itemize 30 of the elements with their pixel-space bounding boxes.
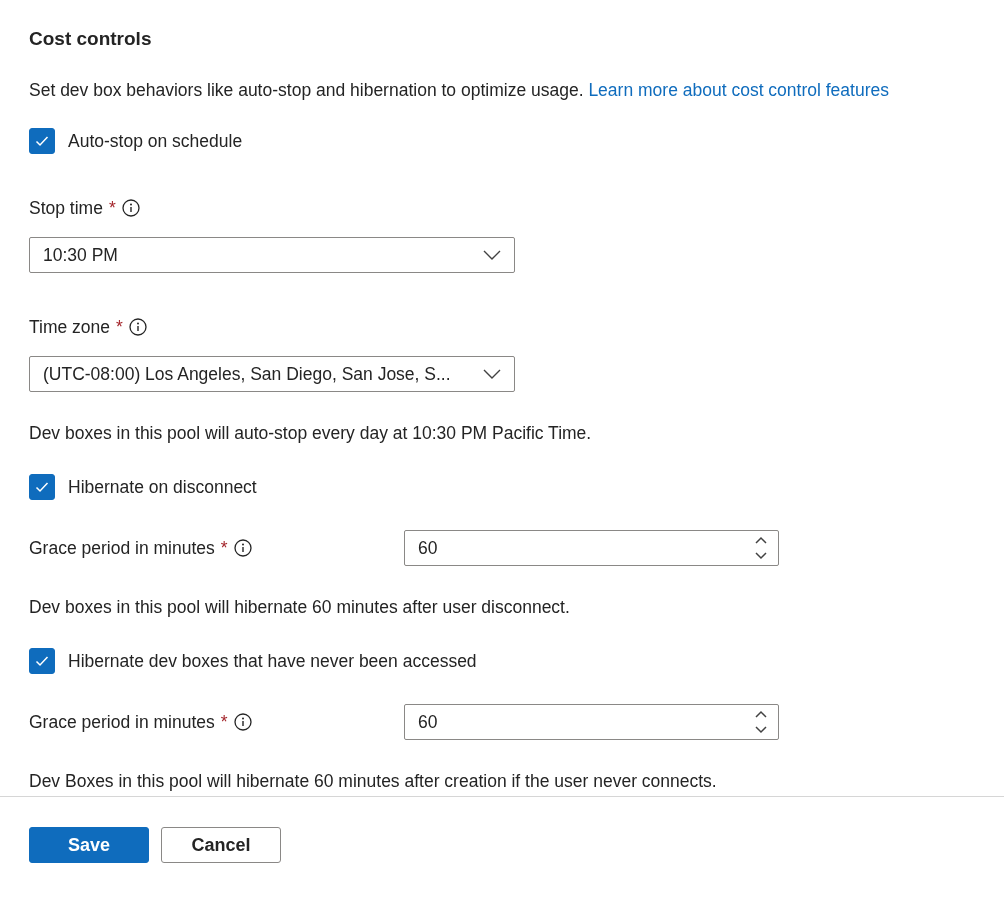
secondary-button[interactable]: Cancel	[161, 827, 281, 863]
chevron-down-icon	[482, 368, 502, 380]
chevron-down-icon	[482, 249, 502, 261]
checkbox-label: Auto-stop on schedule	[68, 130, 243, 153]
number-input[interactable]: 60	[404, 530, 779, 566]
spinner-arrows-icon	[754, 709, 768, 735]
field-label: Grace period in minutes	[29, 537, 215, 560]
learn-more-link[interactable]: Learn more about cost control features	[588, 80, 889, 100]
checkbox[interactable]	[29, 128, 55, 154]
info-text: Dev boxes in this pool will auto-stop every day at 10:30 PM Pacific Time.	[29, 422, 593, 445]
number-input[interactable]: 60	[404, 704, 779, 740]
checkbox-label: Hibernate on disconnect	[68, 476, 257, 499]
dropdown[interactable]: (UTC-08:00) Los Angeles, San Diego, San Jose, S...	[29, 356, 515, 392]
required-mark: *	[116, 316, 123, 339]
required-mark: *	[220, 537, 228, 560]
checkbox[interactable]	[29, 474, 55, 500]
info-text: Dev Boxes in this pool will hibernate 60 minutes after creation if the user never connects.	[29, 770, 718, 793]
checkbox-label: Hibernate dev boxes that have never been accessed	[68, 650, 477, 673]
required-mark: *	[220, 711, 228, 734]
field-label: Grace period in minutes	[29, 711, 215, 734]
checkbox[interactable]	[29, 648, 55, 674]
description-text: Set dev box behaviors like auto-stop and hibernation to optimize usage. Learn more about cost control features	[29, 79, 890, 102]
field-label: Time zone	[29, 316, 111, 339]
info-text: Dev boxes in this pool will hibernate 60 minutes after user disconnect.	[29, 596, 571, 619]
field-label: Stop time	[29, 197, 103, 220]
primary-button[interactable]: Save	[29, 827, 149, 863]
required-mark: *	[108, 197, 116, 220]
dropdown[interactable]: 10:30 PM	[29, 237, 515, 273]
section-heading: Cost controls	[29, 27, 153, 51]
spinner-arrows-icon	[754, 535, 768, 561]
